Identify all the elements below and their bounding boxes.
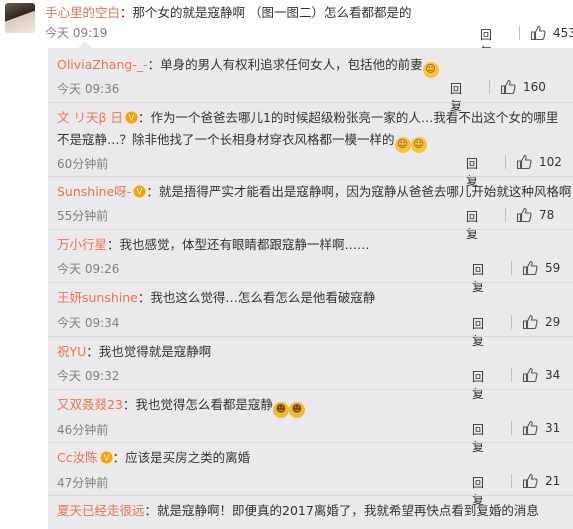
- divider: [511, 315, 512, 329]
- reply-username[interactable]: 万小行星: [57, 237, 107, 252]
- like-count: 78: [539, 208, 555, 222]
- divider: [48, 102, 573, 103]
- reply-arrow: [78, 41, 92, 48]
- reply-time: 今天 09:36: [57, 82, 120, 96]
- reply-text: ：我也觉得怎么看都是寇静: [122, 397, 273, 412]
- reply-time: 60分钟前: [57, 157, 109, 171]
- like-count: 31: [545, 421, 561, 435]
- thumbs-up-icon[interactable]: [522, 367, 538, 383]
- thumbs-up-icon[interactable]: [522, 473, 538, 489]
- thumbs-up-icon[interactable]: [530, 25, 546, 41]
- svg-text:V: V: [129, 114, 135, 123]
- shy-emoji-icon: ☺: [410, 137, 427, 153]
- reply-text: ：我也觉得就是寇静啊: [86, 344, 212, 359]
- svg-text:V: V: [137, 188, 143, 197]
- laugh-cry-emoji-icon: ☻: [272, 402, 289, 418]
- reply-username[interactable]: Cc汝陈: [57, 450, 98, 465]
- like-count: 34: [545, 368, 561, 382]
- divider: [48, 442, 573, 443]
- divider: [48, 282, 573, 283]
- comment-time: 今天 09:19: [45, 26, 108, 40]
- divider: [511, 261, 512, 275]
- divider: [511, 421, 512, 435]
- reply-username[interactable]: 文 リ天β 日: [57, 110, 123, 125]
- vip-badge-icon: V: [133, 185, 146, 198]
- reply-time: 今天 09:34: [57, 316, 120, 330]
- reply-time: 47分钟前: [57, 476, 109, 490]
- reply-username[interactable]: 祝YU: [57, 344, 86, 359]
- reply-username[interactable]: Sunshine呀-: [57, 184, 131, 199]
- vip-badge-icon: V: [100, 451, 113, 464]
- reply-time: 今天 09:32: [57, 369, 120, 383]
- like-count: 29: [545, 315, 561, 329]
- avatar[interactable]: [5, 3, 35, 33]
- thumbs-up-icon[interactable]: [500, 79, 516, 95]
- laugh-cry-emoji-icon: ☻: [288, 402, 305, 418]
- like-count: 59: [545, 261, 561, 275]
- divider: [505, 155, 506, 169]
- shy-emoji-icon: ☺: [394, 137, 411, 153]
- like-count: 102: [539, 155, 562, 169]
- reply-text: ：就是捂得严实才能看出是寇静啊，因为寇静从爸爸去哪儿开始就这种风格啊: [146, 184, 572, 199]
- divider: [48, 389, 573, 390]
- reply-time: 46分钟前: [57, 423, 109, 437]
- divider: [519, 26, 520, 40]
- divider: [48, 176, 573, 177]
- comment-text: ：那个女的就是寇静啊 （图一图二）怎么看都都是的: [120, 5, 412, 20]
- vip-badge-icon: V: [125, 111, 138, 124]
- reply-text: ：我也感觉，体型还有眼睛都跟寇静一样啊……: [107, 237, 370, 252]
- thumbs-up-icon[interactable]: [522, 260, 538, 276]
- reply-text: ：就是寇静啊！即便真的2017离婚了，我就希望再快点看到复婚的消息: [144, 503, 539, 518]
- reply-time: 今天 09:26: [57, 262, 120, 276]
- divider: [48, 495, 573, 496]
- reply-text: ：应该是买房之类的离婚: [112, 450, 251, 465]
- reply-text: ：单身的男人有权利追求任何女人，包括他的前妻: [147, 57, 423, 72]
- reply-text: ：我也这么觉得…怎么看怎么是他看破寇静: [137, 290, 376, 305]
- reply-time: 55分钟前: [57, 209, 109, 223]
- like-count: 21: [545, 474, 561, 488]
- thumbs-up-icon[interactable]: [516, 154, 532, 170]
- comment-username[interactable]: 手心里的空白: [45, 5, 120, 20]
- smile-emoji-icon: ☺: [422, 62, 439, 78]
- thumbs-up-icon[interactable]: [522, 314, 538, 330]
- divider: [511, 368, 512, 382]
- divider: [48, 229, 573, 230]
- divider: [505, 208, 506, 222]
- divider: [489, 80, 490, 94]
- like-count: 453: [553, 26, 573, 40]
- svg-text:V: V: [103, 454, 109, 463]
- reply-username[interactable]: 王妍sunshine: [57, 290, 138, 305]
- thumbs-up-icon[interactable]: [522, 420, 538, 436]
- like-count: 160: [523, 80, 546, 94]
- divider: [511, 474, 512, 488]
- divider: [48, 336, 573, 337]
- thumbs-up-icon[interactable]: [516, 207, 532, 223]
- reply-username[interactable]: 夏天已经走很远: [57, 503, 145, 518]
- reply-username[interactable]: OliviaZhang-_-: [57, 57, 148, 72]
- reply-username[interactable]: 又双叒叕23: [57, 397, 123, 412]
